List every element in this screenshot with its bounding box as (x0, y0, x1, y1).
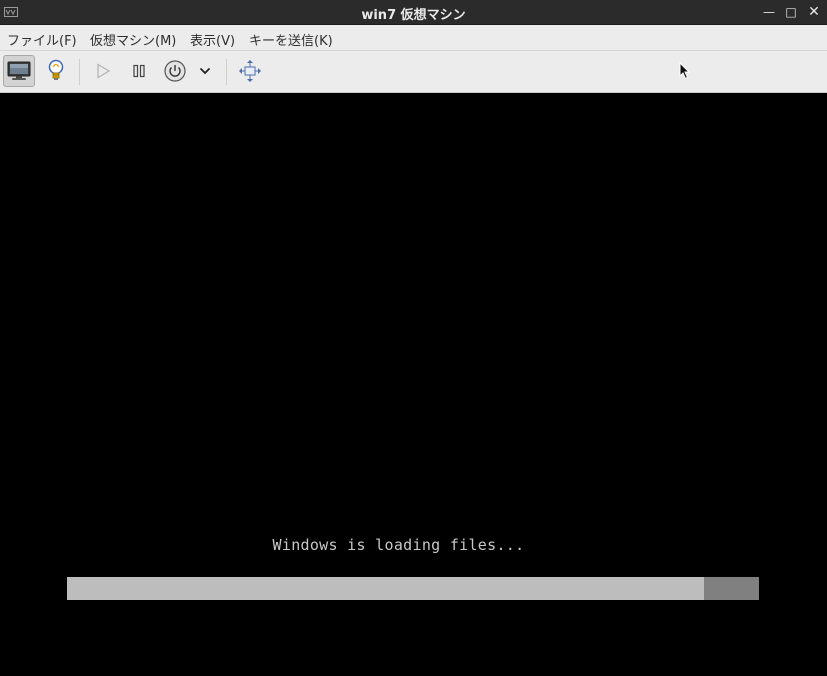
boot-progress-fill (67, 577, 704, 600)
shutdown-button[interactable] (159, 55, 191, 87)
lightbulb-icon (48, 59, 64, 80)
menu-send-key[interactable]: キーを送信(K) (249, 30, 333, 49)
toolbar-separator (79, 59, 80, 85)
minimize-button[interactable]: — (760, 4, 778, 21)
maximize-button[interactable]: □ (782, 4, 800, 21)
fullscreen-button[interactable] (234, 55, 266, 87)
menu-view[interactable]: 表示(V) (190, 30, 235, 49)
fullscreen-icon (239, 60, 261, 82)
vm-console-display[interactable]: Windows is loading files... (0, 93, 827, 676)
title-bar[interactable]: win7 仮想マシン — □ ✕ (0, 0, 827, 25)
pause-button[interactable] (123, 55, 155, 87)
menu-file[interactable]: ファイル(F) (7, 30, 77, 49)
shutdown-options-dropdown[interactable] (192, 55, 218, 87)
run-button[interactable] (87, 55, 119, 87)
boot-progress-bar (67, 577, 759, 600)
vm-window: win7 仮想マシン — □ ✕ ファイル(F) 仮想マシン(M) 表示(V) … (0, 0, 827, 676)
pause-icon (133, 64, 145, 78)
close-button[interactable]: ✕ (805, 4, 823, 21)
details-view-button[interactable] (40, 55, 72, 87)
toolbar (0, 51, 827, 93)
play-icon (97, 63, 111, 79)
window-title: win7 仮想マシン (361, 8, 466, 23)
power-icon (164, 60, 186, 82)
menu-bar: ファイル(F) 仮想マシン(M) 表示(V) キーを送信(K) (0, 25, 827, 51)
monitor-icon (7, 61, 31, 80)
toolbar-separator (226, 59, 227, 85)
menu-virtual-machine[interactable]: 仮想マシン(M) (90, 30, 176, 49)
boot-loading-text: Windows is loading files... (272, 536, 525, 554)
mouse-cursor-icon (679, 62, 691, 80)
console-view-button[interactable] (3, 55, 35, 87)
chevron-down-icon (199, 67, 211, 75)
